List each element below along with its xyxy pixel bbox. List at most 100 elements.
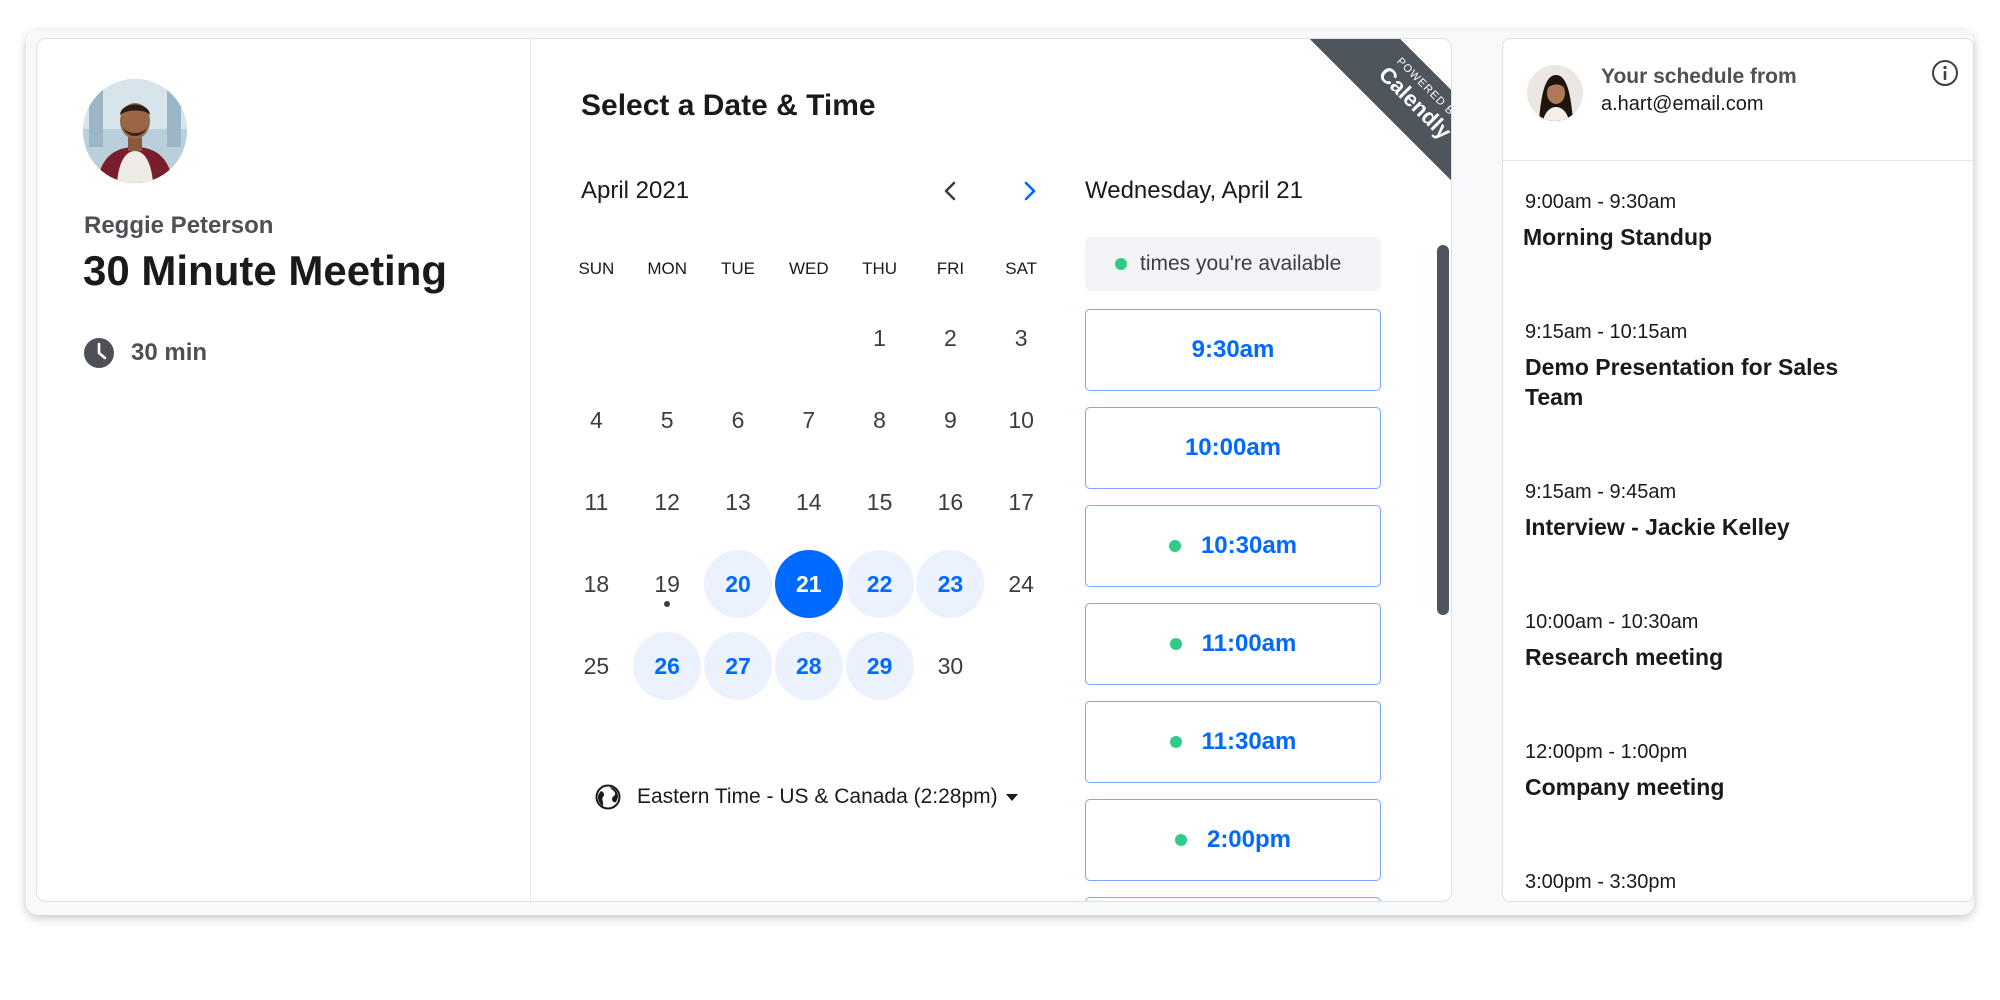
event-time: 12:00pm - 1:00pm	[1525, 741, 1688, 763]
time-slot-button[interactable]: 9:30am	[1085, 309, 1381, 391]
weekday-header: SUN MON TUE WED THU FRI SAT	[561, 249, 1057, 289]
day-cell: 1	[844, 297, 915, 379]
day-cell: 21	[773, 543, 844, 625]
selected-date-heading: Wednesday, April 21	[1085, 177, 1303, 204]
time-slot-label: 10:30am	[1200, 532, 1298, 559]
duration-row: 30 min	[83, 337, 207, 369]
day-cell: 27	[703, 625, 774, 707]
day-cell: 12	[632, 461, 703, 543]
event-details-pane: Reggie Peterson 30 Minute Meeting 30 min	[37, 39, 531, 901]
day-button-21[interactable]: 21	[774, 550, 843, 618]
day-label-11: 11	[584, 488, 609, 515]
day-label-19: 19	[654, 570, 680, 597]
schedule-event[interactable]: 3:00pm - 3:30pm	[1525, 871, 1945, 901]
day-label-10: 10	[1008, 406, 1034, 433]
time-slot-label: 10:00am	[1184, 434, 1282, 461]
previous-month-button[interactable]	[931, 171, 971, 211]
day-cell: 5	[632, 379, 703, 461]
availability-dot-icon	[1168, 540, 1181, 552]
schedule-header: Your schedule from a.hart@email.com	[1503, 39, 1973, 161]
time-slot-button[interactable]: 2:00pm	[1085, 799, 1381, 881]
day-cell: 18	[561, 543, 632, 625]
next-month-button[interactable]	[1009, 171, 1049, 211]
day-label-12: 12	[654, 488, 680, 515]
day-cell: 7	[773, 379, 844, 461]
availability-dot-icon	[1169, 736, 1182, 748]
clock-icon	[84, 338, 114, 368]
schedule-event[interactable]: 10:00am - 10:30am Research meeting	[1525, 611, 1945, 741]
timezone-selector[interactable]: Eastern Time - US & Canada (2:28pm)	[595, 784, 1018, 810]
event-time: 9:15am - 10:15am	[1525, 321, 1688, 343]
event-title: Morning Standup	[1523, 224, 1713, 250]
day-button-22[interactable]: 22	[845, 550, 914, 618]
time-slot-button[interactable]: 11:00am	[1085, 603, 1381, 685]
day-cell: 10	[986, 379, 1057, 461]
powered-by-ribbon[interactable]: POWERED BY Calendly	[1301, 39, 1452, 209]
page-title: Select a Date & Time	[581, 89, 876, 122]
day-cell	[703, 297, 774, 379]
month-label: April 2021	[581, 177, 690, 204]
day-button-29[interactable]: 29	[845, 632, 914, 700]
schedule-event[interactable]: 9:00am - 9:30am Morning Standup	[1523, 191, 1945, 321]
day-label-13: 13	[725, 488, 751, 515]
day-label-18: 18	[583, 570, 610, 597]
schedule-panel: Your schedule from a.hart@email.com 9:00…	[1502, 38, 1974, 902]
day-label-17: 17	[1008, 488, 1034, 515]
day-button-23[interactable]: 23	[916, 550, 985, 618]
day-label-2: 2	[943, 324, 957, 351]
day-cell: 25	[561, 625, 632, 707]
day-cell: 30	[915, 625, 986, 707]
schedule-event-list: 9:00am - 9:30am Morning Standup 9:15am - 1…	[1523, 191, 1945, 901]
chevron-down-icon	[1005, 793, 1018, 801]
day-label-14: 14	[795, 488, 822, 515]
schedule-event[interactable]: 9:15am - 10:15am Demo Presentation for Sa…	[1525, 321, 1945, 481]
time-slot-button[interactable]: 10:30am	[1085, 505, 1381, 587]
day-cell: 15	[844, 461, 915, 543]
event-title: Demo Presentation for Sales Team	[1525, 354, 1839, 410]
chevron-right-icon	[1024, 181, 1036, 201]
host-avatar	[83, 79, 187, 183]
day-button-20[interactable]: 20	[703, 550, 772, 618]
globe-icon	[595, 784, 621, 810]
duration-label: 30 min	[131, 339, 208, 366]
time-slot-list: 9:30am 10:00am 10:30am 11:00am 11:30am 2:00pm	[1085, 309, 1381, 901]
day-cell: 24	[986, 543, 1057, 625]
day-label-3: 3	[1014, 324, 1028, 351]
schedule-email: a.hart@email.com	[1601, 93, 1764, 115]
day-cell	[632, 297, 703, 379]
schedule-event[interactable]: 9:15am - 9:45am Interview - Jackie Kelley	[1525, 481, 1945, 611]
time-slot-label: 11:30am	[1201, 728, 1297, 755]
day-label-5: 5	[660, 406, 674, 433]
day-cell: 22	[844, 543, 915, 625]
day-label-4: 4	[589, 406, 603, 433]
time-slot-button[interactable]	[1085, 897, 1381, 901]
calendly-logo: Calendly	[1373, 61, 1452, 145]
weekday-label: FRI	[936, 259, 965, 278]
event-title: Interview - Jackie Kelley	[1525, 514, 1790, 540]
timezone-label: Eastern Time - US & Canada (2:28pm)	[637, 785, 998, 808]
day-label-9: 9	[943, 406, 957, 433]
event-title: Research meeting	[1525, 644, 1724, 670]
availability-dot-icon	[1115, 258, 1127, 270]
legend-label: times you're available	[1140, 252, 1342, 275]
info-icon[interactable]	[1931, 59, 1959, 87]
schedule-event[interactable]: 12:00pm - 1:00pm Company meeting	[1525, 741, 1945, 871]
day-cell	[773, 297, 844, 379]
day-label-25: 25	[583, 652, 610, 679]
day-cell: 2	[915, 297, 986, 379]
weekday-label: THU	[862, 259, 898, 278]
day-cell: 28	[773, 625, 844, 707]
ribbon-band: POWERED BY Calendly	[1302, 39, 1452, 209]
day-button-26[interactable]: 26	[633, 632, 702, 700]
weekday-label: TUE	[720, 259, 755, 278]
time-slots-scrollbar[interactable]	[1437, 245, 1449, 615]
availability-dot-icon	[1169, 638, 1182, 650]
day-button-27[interactable]: 27	[703, 632, 772, 700]
day-label-8: 8	[873, 406, 886, 433]
day-button-28[interactable]: 28	[774, 632, 843, 700]
day-cell: 3	[986, 297, 1057, 379]
weekday-label: WED	[788, 259, 829, 278]
time-slot-button[interactable]: 10:00am	[1085, 407, 1381, 489]
time-slot-button[interactable]: 11:30am	[1085, 701, 1381, 783]
day-label-30: 30	[937, 652, 964, 679]
